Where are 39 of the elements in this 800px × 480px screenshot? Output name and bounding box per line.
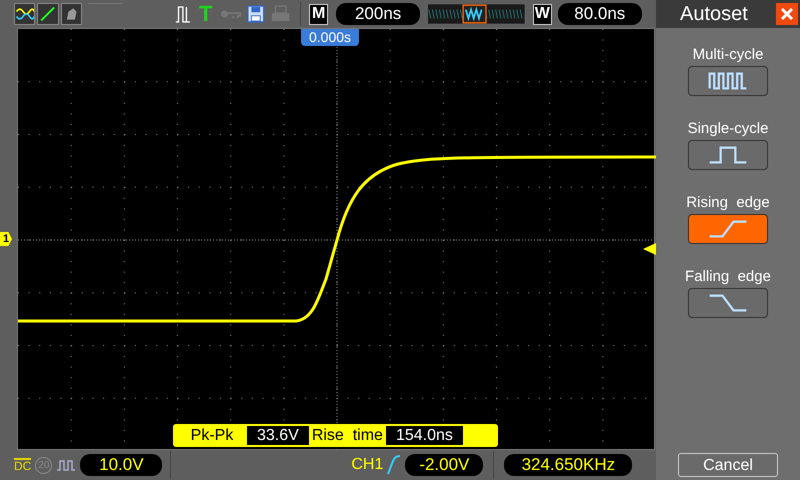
measurement-value: 154.0ns bbox=[386, 426, 463, 445]
measurement-value: 33.6V bbox=[247, 426, 309, 445]
rising-edge-icon[interactable] bbox=[387, 455, 402, 475]
autoset-option-button[interactable] bbox=[688, 288, 768, 318]
option-label: Falling edge bbox=[685, 268, 771, 286]
coupling-label[interactable]: DC bbox=[14, 458, 32, 472]
window-timebase-label[interactable]: W bbox=[532, 4, 552, 24]
printer-icon bbox=[271, 4, 290, 24]
measurement-label: Rise time bbox=[310, 426, 384, 446]
measurement-label: Pk-Pk bbox=[190, 426, 234, 446]
close-button[interactable] bbox=[776, 3, 798, 25]
frequency-readout: 324.650KHz bbox=[504, 454, 632, 476]
option-label: Multi-cycle bbox=[692, 46, 764, 64]
trigger-level: -2.00V bbox=[405, 454, 484, 476]
save-icon[interactable] bbox=[247, 4, 266, 24]
zoom-window-icon[interactable] bbox=[428, 3, 525, 25]
trigger-label[interactable]: T bbox=[198, 3, 212, 25]
panel-title: Autoset bbox=[680, 2, 748, 27]
volts-per-div: 10.0V bbox=[80, 454, 162, 476]
single-waveform-icon bbox=[707, 144, 749, 166]
trigger-source[interactable]: CH1 bbox=[351, 453, 384, 477]
trigger-level-marker[interactable] bbox=[643, 243, 656, 255]
close-icon bbox=[780, 7, 794, 21]
autoset-option-button[interactable] bbox=[688, 214, 768, 244]
window-timebase-value: 80.0ns bbox=[558, 3, 642, 25]
autoset-option-button[interactable] bbox=[688, 66, 768, 96]
falling-waveform-icon bbox=[707, 292, 749, 314]
trigger-position[interactable]: 0.000s bbox=[301, 29, 360, 46]
cancel-button[interactable]: Cancel bbox=[678, 453, 778, 477]
option-label: Single-cycle bbox=[688, 120, 768, 138]
main-timebase-label[interactable]: M bbox=[309, 4, 328, 24]
option-label: Rising edge bbox=[686, 194, 770, 212]
channel-marker[interactable]: 1 bbox=[0, 232, 12, 246]
rising-waveform-icon bbox=[706, 218, 749, 240]
multi-waveform-icon bbox=[707, 70, 749, 92]
autoset-option-button[interactable] bbox=[688, 140, 768, 170]
pulse-icon[interactable] bbox=[56, 458, 76, 472]
waveform-channels-icon[interactable] bbox=[14, 3, 36, 25]
timebase-value: 200ns bbox=[336, 3, 420, 25]
